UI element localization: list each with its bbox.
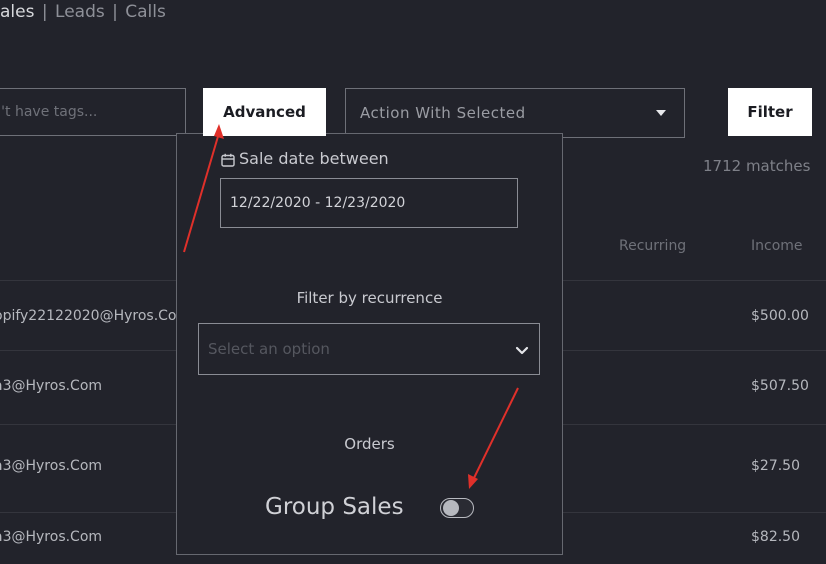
chevron-down-icon xyxy=(515,342,529,360)
column-header-recurring[interactable]: Recurring xyxy=(619,238,686,254)
tags-filter-input[interactable] xyxy=(0,88,186,136)
action-select-value: Action With Selected xyxy=(360,104,526,122)
action-with-selected-dropdown[interactable]: Action With Selected xyxy=(345,88,685,138)
table-row-income: $82.50 xyxy=(751,529,800,545)
sale-date-label-text: Sale date between xyxy=(239,149,389,168)
advanced-button[interactable]: Advanced xyxy=(203,88,326,136)
nav-separator: | xyxy=(41,2,48,22)
matches-count: 1712 matches xyxy=(703,157,811,175)
caret-down-icon xyxy=(656,110,666,116)
filter-button[interactable]: Filter xyxy=(728,88,812,136)
table-row-email[interactable]: a3@Hyros.Com xyxy=(0,529,102,545)
sale-date-label: Sale date between xyxy=(221,149,389,168)
nav-separator: | xyxy=(112,2,118,22)
column-header-income[interactable]: Income xyxy=(751,238,803,254)
group-sales-toggle[interactable] xyxy=(440,498,474,518)
date-range-input[interactable]: 12/22/2020 - 12/23/2020 xyxy=(220,178,518,228)
table-row-email[interactable]: a3@Hyros.Com xyxy=(0,458,102,474)
table-row-income: $500.00 xyxy=(751,308,809,324)
table-row-income: $27.50 xyxy=(751,458,800,474)
table-row-income: $507.50 xyxy=(751,378,809,394)
table-row-email[interactable]: a3@Hyros.Com xyxy=(0,378,102,394)
nav-item-leads[interactable]: Leads xyxy=(55,2,105,22)
calendar-icon xyxy=(221,152,235,167)
nav-item-calls[interactable]: Calls xyxy=(125,2,166,22)
recurrence-label: Filter by recurrence xyxy=(296,289,443,307)
toggle-knob xyxy=(443,500,459,516)
orders-label: Orders xyxy=(344,435,395,453)
recurrence-select[interactable]: Select an option xyxy=(198,323,540,375)
table-row-email[interactable]: opify22122020@Hyros.Co xyxy=(0,308,176,324)
group-sales-label: Group Sales xyxy=(265,494,404,520)
nav-item-sales[interactable]: ales xyxy=(0,2,34,22)
top-nav: ales | Leads | Calls xyxy=(0,2,166,22)
recurrence-placeholder: Select an option xyxy=(208,340,330,358)
